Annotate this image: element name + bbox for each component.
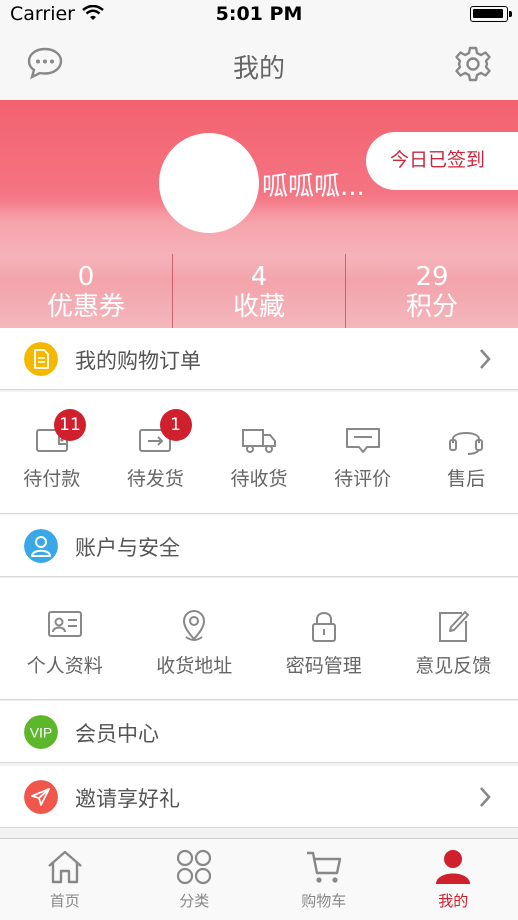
badge-count: 1 (159, 409, 192, 441)
badge-count: 11 (54, 409, 86, 441)
battery-icon (470, 6, 512, 22)
invite-row[interactable]: 邀请享好礼 (0, 766, 518, 828)
vip-row[interactable]: VIP 会员中心 (0, 701, 518, 763)
chevron-right-icon (480, 787, 491, 807)
cart-icon (306, 851, 341, 883)
status-time: 5:01 PM (215, 3, 303, 25)
user-icon (436, 850, 471, 884)
stat-favorites[interactable]: 4 收藏 (173, 254, 346, 328)
vip-title: 会员中心 (75, 722, 159, 746)
tab-me[interactable]: 我的 (389, 839, 518, 920)
avatar[interactable] (159, 133, 259, 233)
order-pending-receipt[interactable]: 待收货 (207, 392, 311, 513)
username[interactable]: 呱呱呱... (262, 166, 365, 203)
grid-icon (177, 849, 212, 885)
order-status-label: 待评价 (334, 468, 392, 490)
tab-cart[interactable]: 购物车 (259, 839, 389, 920)
account-row[interactable]: 账户与安全 (0, 515, 518, 577)
document-icon (24, 342, 58, 376)
comment-icon (345, 428, 380, 453)
page-title: 我的 (232, 54, 285, 84)
orders-grid: 11 待付款 1 待发货 待收货 待评价 售后 (0, 392, 518, 514)
tab-label: 分类 (179, 892, 210, 910)
tab-home[interactable]: 首页 (0, 839, 130, 920)
edit-icon (439, 611, 470, 642)
account-item-label: 密码管理 (285, 655, 362, 677)
signin-button[interactable]: 今日已签到 (366, 132, 518, 190)
account-address[interactable]: 收货地址 (130, 578, 260, 699)
stat-label: 积分 (405, 292, 458, 322)
account-item-label: 个人资料 (26, 655, 103, 677)
account-feedback[interactable]: 意见反馈 (389, 578, 518, 699)
order-pending-payment[interactable]: 11 待付款 (0, 392, 104, 513)
stat-value: 29 (415, 262, 449, 292)
tab-label: 我的 (438, 892, 469, 910)
account-item-label: 意见反馈 (415, 655, 492, 677)
tab-label: 购物车 (301, 892, 347, 910)
profile-header: 呱呱呱... 今日已签到 0 优惠券 4 收藏 29 积分 (0, 100, 518, 328)
stat-points[interactable]: 29 积分 (346, 254, 518, 328)
tab-label: 首页 (49, 892, 80, 910)
location-pin-icon (183, 609, 206, 641)
stat-label: 收藏 (232, 292, 285, 322)
order-status-label: 售后 (447, 468, 486, 490)
stat-label: 优惠券 (46, 292, 125, 322)
vip-icon: VIP (24, 715, 58, 749)
orders-row[interactable]: 我的购物订单 (0, 328, 518, 390)
lock-icon (311, 612, 336, 642)
account-title: 账户与安全 (75, 536, 180, 560)
chevron-right-icon (480, 349, 491, 369)
order-after-sales[interactable]: 售后 (414, 392, 518, 513)
nav-bar: 我的 (0, 28, 518, 100)
paper-plane-icon (24, 780, 58, 814)
account-grid: 个人资料 收货地址 密码管理 意见反馈 (0, 578, 518, 700)
user-icon (24, 529, 58, 563)
account-profile[interactable]: 个人资料 (0, 578, 130, 699)
stats-bar: 0 优惠券 4 收藏 29 积分 (0, 254, 518, 328)
order-status-label: 待发货 (126, 468, 184, 490)
tab-bar: 首页 分类 购物车 我的 (0, 838, 518, 920)
gear-icon[interactable] (454, 45, 492, 83)
truck-icon (241, 429, 276, 453)
status-bar: Carrier 5:01 PM (0, 0, 518, 28)
order-status-label: 待收货 (230, 468, 288, 490)
home-icon (47, 850, 82, 884)
invite-title: 邀请享好礼 (75, 787, 180, 811)
account-password[interactable]: 密码管理 (259, 578, 389, 699)
order-pending-shipment[interactable]: 1 待发货 (104, 392, 208, 513)
id-card-icon (47, 611, 82, 637)
tab-category[interactable]: 分类 (130, 839, 260, 920)
stat-value: 4 (250, 262, 268, 292)
stat-value: 0 (77, 262, 95, 292)
headset-icon (449, 432, 484, 455)
account-item-label: 收货地址 (156, 655, 233, 677)
order-pending-review[interactable]: 待评价 (311, 392, 415, 513)
vip-badge-text: VIP (30, 725, 53, 741)
stat-coupons[interactable]: 0 优惠券 (0, 254, 173, 328)
orders-title: 我的购物订单 (75, 349, 201, 373)
order-status-label: 待付款 (23, 468, 81, 490)
